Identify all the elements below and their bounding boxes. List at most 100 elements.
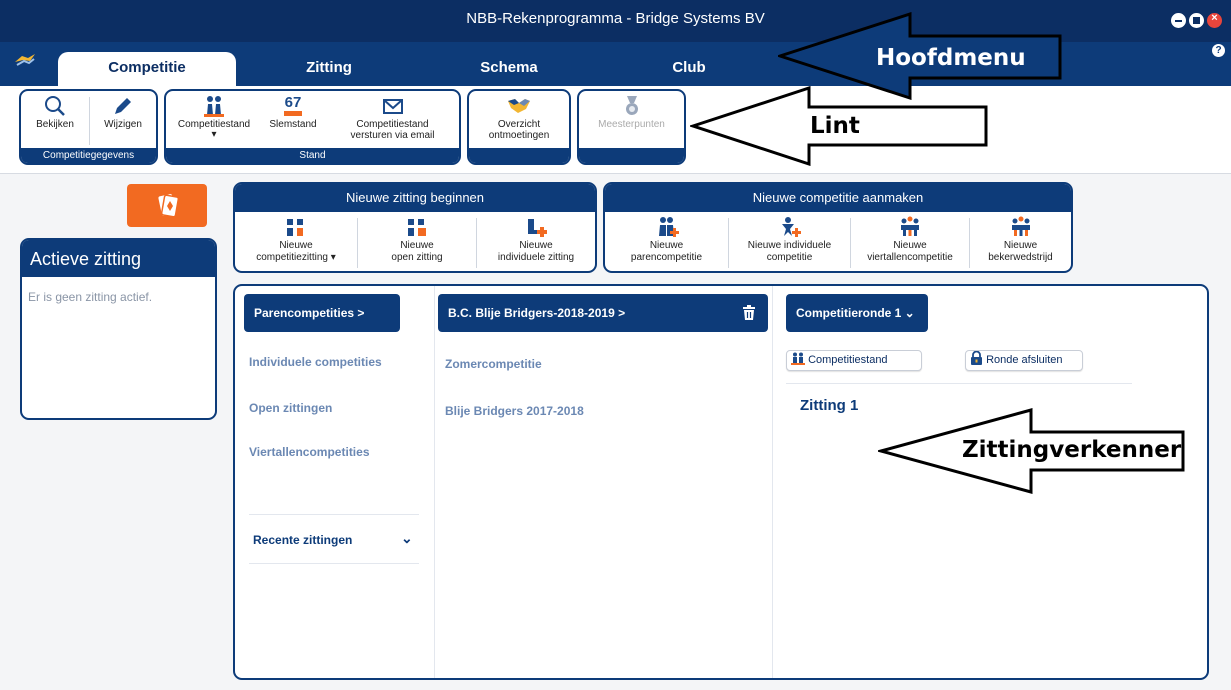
new-individual-session-label-2: individuele zitting	[497, 252, 575, 263]
new-individual-session-label-1: Nieuwe	[519, 240, 553, 251]
players-icon	[791, 352, 805, 365]
category-open-zittingen[interactable]: Open zittingen	[249, 401, 332, 415]
tab-competitie[interactable]: Competitie	[58, 52, 236, 86]
slem-bars	[284, 111, 302, 116]
teams-icon	[901, 216, 919, 236]
minimize-button[interactable]	[1171, 13, 1186, 28]
group-footer	[469, 148, 569, 163]
edit-label: Wijzigen	[104, 119, 142, 130]
active-session-empty-text: Er is geen zitting actief.	[28, 290, 153, 304]
new-competition-session-label-1: Nieuwe	[279, 240, 313, 251]
new-competition-session-button[interactable]: Nieuwe competitiezitting ▾	[235, 212, 357, 271]
new-competition-session-label-2: competitiezitting ▾	[256, 252, 336, 263]
round-selector[interactable]: Competitieronde 1 ⌄	[786, 294, 928, 332]
individual-icon	[781, 217, 801, 237]
new-teams-competition-label-1: Nieuwe	[893, 240, 927, 251]
matches-overview-button[interactable]: Overzicht ontmoetingen	[469, 91, 569, 149]
master-points-button[interactable]: Meesterpunten	[579, 91, 684, 149]
trash-icon[interactable]	[742, 305, 756, 321]
group-footer	[579, 148, 684, 163]
minimize-icon	[1175, 20, 1182, 22]
ribbon-group-ontmoetingen: Overzicht ontmoetingen	[467, 89, 571, 165]
close-round-button[interactable]: Ronde afsluiten	[965, 350, 1083, 371]
chevron-down-icon[interactable]: ⌄	[401, 530, 413, 547]
lock-icon	[971, 350, 982, 365]
tab-club[interactable]: Club	[600, 52, 778, 86]
edit-button[interactable]: Wijzigen	[90, 91, 156, 149]
maximize-icon	[1193, 17, 1200, 24]
competition-selected[interactable]: B.C. Blije Bridgers-2018-2019 >	[438, 294, 768, 332]
close-round-label: Ronde afsluiten	[986, 354, 1063, 366]
matches-overview-label-2: ontmoetingen	[488, 130, 550, 141]
new-competition-group: Nieuwe competitie aanmaken Nieuwe parenc…	[603, 182, 1073, 273]
email-standings-label-1: Competitiestand	[356, 119, 429, 130]
app-logo-icon	[14, 53, 36, 72]
category-individuele-competities[interactable]: Individuele competities	[249, 355, 382, 369]
envelope-icon	[382, 99, 403, 114]
pencil-icon	[115, 98, 131, 114]
email-standings-button[interactable]: Competitiestand versturen via email	[326, 91, 459, 149]
magnifier-icon	[45, 96, 65, 116]
handshake-icon	[508, 99, 530, 113]
ribbon-group-stand: Competitiestand ▾ 67 Slemstand Competiti…	[164, 89, 461, 165]
annotation-lint: Lint	[810, 113, 860, 139]
slem-badge-number: 67	[284, 94, 302, 111]
new-open-session-label-2: open zitting	[391, 252, 443, 263]
new-teams-competition-label-2: viertallencompetitie	[867, 252, 953, 263]
maximize-button[interactable]	[1189, 13, 1204, 28]
new-pairs-competition-label-1: Nieuwe	[649, 240, 684, 251]
recent-sessions-toggle[interactable]: Recente zittingen	[253, 533, 352, 547]
competition-type-column: Parencompetities > Individuele competiti…	[235, 286, 434, 678]
new-pairs-competition-label-2: parencompetitie	[630, 252, 703, 263]
master-points-label: Meesterpunten	[598, 119, 665, 130]
view-label: Bekijken	[36, 119, 74, 130]
slam-standings-label: Slemstand	[269, 119, 317, 130]
dropdown-indicator: ▾	[211, 129, 217, 140]
divider	[249, 514, 419, 515]
category-viertallencompetities[interactable]: Viertallencompetities	[249, 445, 370, 459]
tab-zitting[interactable]: Zitting	[240, 52, 418, 86]
matches-overview-label-1: Overzicht	[497, 119, 541, 130]
competition-item-zomercompetitie[interactable]: Zomercompetitie	[445, 357, 542, 371]
new-competition-title: Nieuwe competitie aanmaken	[605, 184, 1071, 212]
medal-icon	[625, 96, 638, 115]
competition-session-icon	[287, 219, 303, 236]
competition-standings-button[interactable]: Competitiestand ▾	[166, 91, 262, 149]
new-individual-competition-label-1: Nieuwe individuele	[747, 240, 832, 251]
new-pairs-competition-button[interactable]: Nieuwe parencompetitie	[605, 212, 728, 271]
competition-item-blije-bridgers-2017-2018[interactable]: Blije Bridgers 2017-2018	[445, 404, 584, 418]
new-session-group: Nieuwe zitting beginnen Nieuwe competiti…	[233, 182, 597, 273]
annotation-hoofdmenu: Hoofdmenu	[876, 45, 1026, 71]
new-open-session-button[interactable]: Nieuwe open zitting	[358, 212, 476, 271]
new-teams-competition-button[interactable]: Nieuwe viertallencompetitie	[851, 212, 969, 271]
open-session-icon	[408, 219, 426, 236]
tab-schema[interactable]: Schema	[420, 52, 598, 86]
view-button[interactable]: Bekijken	[21, 91, 89, 149]
round-standings-label: Competitiestand	[808, 354, 888, 366]
help-button[interactable]: ?	[1212, 44, 1225, 57]
cards-icon	[158, 194, 180, 218]
bidding-box-button[interactable]	[127, 184, 207, 227]
players-icon	[204, 96, 224, 117]
slem-67-icon: 67	[262, 95, 324, 117]
competition-selected-label: B.C. Blije Bridgers-2018-2019 >	[448, 306, 626, 320]
group-footer: Stand	[166, 148, 459, 163]
new-open-session-label-1: Nieuwe	[400, 240, 434, 251]
group-footer: Competitiegegevens	[21, 148, 156, 163]
pairs-icon	[658, 217, 679, 237]
divider	[249, 563, 419, 564]
close-button[interactable]: ×	[1207, 12, 1222, 28]
new-individual-competition-label-2: competitie	[766, 252, 813, 263]
category-selected-parencompetities[interactable]: Parencompetities >	[244, 294, 400, 332]
divider	[786, 383, 1132, 384]
round-standings-button[interactable]: Competitiestand	[786, 350, 922, 371]
competition-column: B.C. Blije Bridgers-2018-2019 > Zomercom…	[435, 286, 772, 678]
new-individual-competition-button[interactable]: Nieuwe individuele competitie	[729, 212, 850, 271]
session-item-zitting-1[interactable]: Zitting 1	[800, 397, 858, 414]
ribbon-group-meesterpunten: Meesterpunten	[577, 89, 686, 165]
new-cup-match-button[interactable]: Nieuwe bekerwedstrijd	[970, 212, 1071, 271]
new-individual-session-button[interactable]: Nieuwe individuele zitting	[477, 212, 595, 271]
slam-standings-button[interactable]: 67 Slemstand	[262, 91, 324, 149]
cup-icon	[1011, 216, 1030, 236]
annotation-zittingverkenner: Zittingverkenner	[962, 437, 1182, 463]
